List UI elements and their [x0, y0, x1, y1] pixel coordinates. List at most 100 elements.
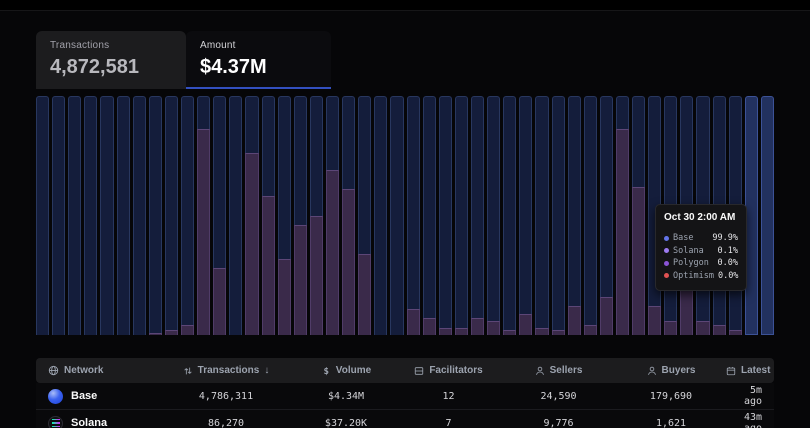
chart-bar[interactable] — [294, 96, 307, 335]
col-buyers[interactable]: Buyers — [616, 365, 726, 376]
base-legend-dot — [664, 236, 669, 241]
polygon-segment — [165, 330, 178, 335]
chart-bar[interactable] — [245, 96, 258, 335]
col-sellers[interactable]: Sellers — [501, 365, 616, 376]
chart-bar[interactable] — [229, 96, 242, 335]
base-segment — [213, 96, 226, 268]
base-segment — [84, 96, 97, 335]
chart-bar[interactable] — [374, 96, 387, 335]
base-segment — [552, 96, 565, 330]
col-network-label: Network — [64, 365, 103, 376]
chart-bar[interactable] — [36, 96, 49, 335]
base-segment — [584, 96, 597, 325]
base-segment — [487, 96, 500, 321]
chart-bar[interactable] — [213, 96, 226, 335]
base-segment — [423, 96, 436, 318]
base-segment — [761, 96, 774, 335]
base-segment — [519, 96, 532, 314]
polygon-segment — [294, 225, 307, 335]
base-segment — [407, 96, 420, 309]
polygon-segment — [584, 325, 597, 335]
transactions-cell: 86,270 — [156, 418, 296, 428]
chart-bar[interactable] — [423, 96, 436, 335]
solana-logo-icon — [48, 416, 63, 428]
chart-bar[interactable] — [52, 96, 65, 335]
base-segment — [52, 96, 65, 335]
polygon-segment — [149, 333, 162, 335]
col-volume-label: Volume — [336, 365, 371, 376]
base-segment — [133, 96, 146, 335]
polygon-segment — [358, 254, 371, 335]
chart-bar[interactable] — [84, 96, 97, 335]
tooltip-timestamp: Oct 30 2:00 AM — [664, 212, 738, 223]
latest-cell: 5m ago — [726, 385, 774, 407]
polygon-segment — [423, 318, 436, 335]
chart-bar[interactable] — [342, 96, 355, 335]
polygon-segment — [535, 328, 548, 335]
chart-bar[interactable] — [390, 96, 403, 335]
chart-bar[interactable] — [632, 96, 645, 335]
col-latest[interactable]: Latest — [726, 365, 782, 376]
chart-bar[interactable] — [133, 96, 146, 335]
globe-icon — [48, 365, 59, 376]
chart-bar[interactable] — [117, 96, 130, 335]
chart-bar[interactable] — [149, 96, 162, 335]
chart-bar[interactable] — [310, 96, 323, 335]
chart-bar[interactable] — [181, 96, 194, 335]
chart-bar[interactable] — [552, 96, 565, 335]
chart-bar[interactable] — [165, 96, 178, 335]
chart-bar[interactable] — [100, 96, 113, 335]
network-name: Base — [71, 390, 97, 402]
table-row-solana[interactable]: Solana 86,270 $37.20K 7 9,776 1,621 43m … — [36, 410, 774, 428]
base-segment — [149, 96, 162, 333]
polygon-segment — [552, 330, 565, 335]
network-cell: Solana — [36, 416, 156, 428]
table-row-base[interactable]: Base 4,786,311 $4.34M 12 24,590 179,690 … — [36, 383, 774, 410]
person-icon — [647, 366, 657, 376]
optimism-legend-dot — [664, 273, 669, 278]
polygon-segment — [213, 268, 226, 335]
chart-bar[interactable] — [439, 96, 452, 335]
base-segment — [294, 96, 307, 225]
transactions-value: 4,872,581 — [50, 56, 172, 79]
tooltip-label: Base — [673, 232, 708, 245]
chart-bar[interactable] — [455, 96, 468, 335]
chart-bar[interactable] — [568, 96, 581, 335]
facilitators-cell: 12 — [396, 391, 501, 402]
chart-bar[interactable] — [68, 96, 81, 335]
polygon-segment — [600, 297, 613, 335]
col-latest-label: Latest — [741, 365, 770, 376]
tooltip-value: 0.1% — [718, 245, 738, 258]
base-segment — [439, 96, 452, 328]
tab-transactions[interactable]: Transactions 4,872,581 — [36, 31, 186, 89]
chart-bar[interactable] — [262, 96, 275, 335]
chart-bar[interactable] — [761, 96, 774, 335]
chart-bar[interactable] — [197, 96, 210, 335]
facilitators-cell: 7 — [396, 418, 501, 428]
chart-bar[interactable] — [326, 96, 339, 335]
col-transactions[interactable]: Transactions ↓ — [156, 365, 296, 376]
col-facilitators[interactable]: Facilitators — [396, 365, 501, 376]
chart-bar[interactable] — [358, 96, 371, 335]
chart-bar[interactable] — [278, 96, 291, 335]
chart-tooltip: Oct 30 2:00 AM Base 99.9% Solana 0.1% Po… — [655, 204, 747, 291]
chart-bar[interactable] — [584, 96, 597, 335]
chart-bar[interactable] — [600, 96, 613, 335]
tooltip-row-polygon: Polygon 0.0% — [664, 257, 738, 270]
chart-bar[interactable] — [535, 96, 548, 335]
chart-bar[interactable] — [471, 96, 484, 335]
base-segment — [616, 96, 629, 129]
col-volume[interactable]: $ Volume — [296, 365, 396, 376]
base-segment — [197, 96, 210, 129]
tab-amount[interactable]: Amount $4.37M — [186, 31, 331, 89]
col-network[interactable]: Network — [36, 365, 156, 376]
chart-bar[interactable] — [519, 96, 532, 335]
chart-bar[interactable] — [487, 96, 500, 335]
chart-bar[interactable] — [407, 96, 420, 335]
chart-bar[interactable] — [616, 96, 629, 335]
base-segment — [245, 96, 258, 153]
col-transactions-label: Transactions — [198, 365, 260, 376]
chart-bar[interactable] — [503, 96, 516, 335]
networks-table: Network Transactions ↓ $ Volume Facilita… — [36, 358, 774, 428]
page-content: Transactions 4,872,581 Amount $4.37M Oct… — [0, 10, 810, 428]
